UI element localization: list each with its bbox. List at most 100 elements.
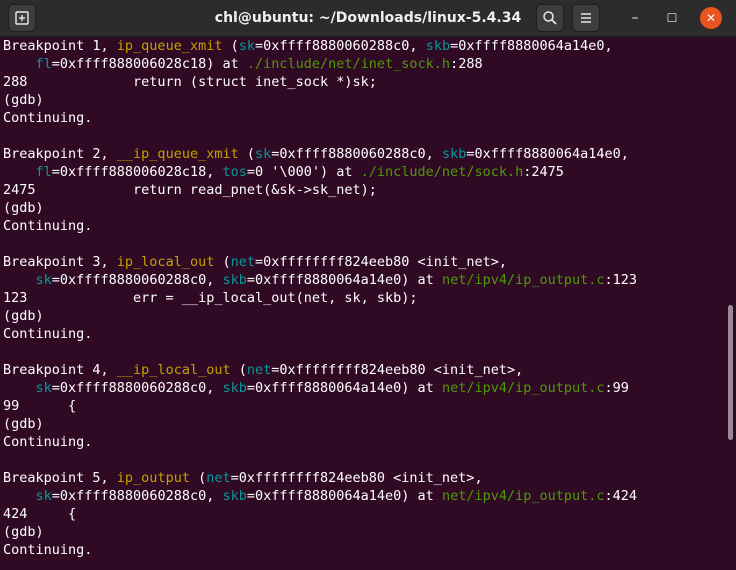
output-text: =0xffff888006028c18) at <box>51 56 247 72</box>
argument-name: tos <box>222 164 247 180</box>
output-text: :123 <box>604 272 638 288</box>
function-name: ip_local_out <box>116 254 215 270</box>
output-text: =0xffff8880060288c0, <box>51 380 223 396</box>
output-text: =0xffff888006028c18, <box>51 164 223 180</box>
terminal-line: 288 return (struct inet_sock *)sk; <box>3 73 722 91</box>
output-text: Breakpoint 5, <box>3 470 117 486</box>
argument-name: skb <box>222 488 247 504</box>
output-text: ( <box>230 362 247 378</box>
close-icon: ✕ <box>705 11 717 25</box>
output-text: Continuing. <box>3 542 93 558</box>
maximize-icon: ☐ <box>666 11 678 25</box>
terminal-line: fl=0xffff888006028c18) at ./include/net/… <box>3 55 722 73</box>
search-icon <box>543 11 557 25</box>
source-path: net/ipv4/ip_output.c <box>441 272 605 288</box>
function-name: ip_queue_xmit <box>116 38 223 54</box>
output-text: 99 { <box>3 398 77 414</box>
output-text: =0 '\000') at <box>246 164 361 180</box>
output-text: :2475 <box>523 164 564 180</box>
terminal-line: 99 { <box>3 397 722 415</box>
output-text: 2475 return read_pnet(&sk->sk_net); <box>3 182 377 198</box>
function-name: __ip_local_out <box>116 362 231 378</box>
minimize-icon: – <box>631 10 639 26</box>
output-text: =0xffff8880064a14e0) at <box>246 380 442 396</box>
hamburger-menu-icon <box>581 13 591 23</box>
argument-name: fl <box>35 56 52 72</box>
output-text: (gdb) <box>3 524 44 540</box>
output-text: =0xffffffff824eeb80 <init_net>, <box>271 362 524 378</box>
terminal-output[interactable]: Breakpoint 1, ip_queue_xmit (sk=0xffff88… <box>0 37 722 570</box>
argument-name: skb <box>441 146 467 162</box>
minimize-button[interactable]: – <box>623 6 647 30</box>
output-text: =0xffff8880064a14e0) at <box>246 488 442 504</box>
terminal-line: Breakpoint 1, ip_queue_xmit (sk=0xffff88… <box>3 37 722 55</box>
terminal-window: chl@ubuntu: ~/Downloads/linux-5.4.34 – ☐… <box>0 0 736 570</box>
terminal-line: fl=0xffff888006028c18, tos=0 '\000') at … <box>3 163 722 181</box>
output-text: Breakpoint 1, <box>3 38 117 54</box>
output-text: ( <box>189 470 207 486</box>
terminal-line: Breakpoint 3, ip_local_out (net=0xffffff… <box>3 253 722 271</box>
output-text: (gdb) <box>3 308 44 324</box>
output-text: =0xffff8880064a14e0, <box>466 146 629 162</box>
terminal-line: Continuing. <box>3 325 722 343</box>
terminal-line: (gdb) <box>3 199 722 217</box>
argument-name: net <box>230 254 255 270</box>
close-button[interactable]: ✕ <box>700 7 722 29</box>
output-text: Continuing. <box>3 218 93 234</box>
output-text: =0xffffffff824eeb80 <init_net>, <box>230 470 483 486</box>
argument-name: net <box>246 362 272 378</box>
output-text: =0xffffffff824eeb80 <init_net>, <box>255 254 507 270</box>
output-text: =0xffff8880060288c0, <box>51 488 223 504</box>
output-text: Continuing. <box>3 326 93 342</box>
argument-name: fl <box>35 164 52 180</box>
output-text: Breakpoint 3, <box>3 254 117 270</box>
source-path: net/ipv4/ip_output.c <box>441 380 605 396</box>
output-text: Breakpoint 4, <box>3 362 117 378</box>
terminal-line: Continuing. <box>3 433 722 451</box>
output-text: =0xffff8880064a14e0) at <box>246 272 442 288</box>
search-button[interactable] <box>536 4 564 32</box>
output-text: (gdb) <box>3 416 44 432</box>
maximize-button[interactable]: ☐ <box>660 6 684 30</box>
terminal-line: (gdb) <box>3 91 722 109</box>
terminal-line: sk=0xffff8880060288c0, skb=0xffff8880064… <box>3 487 722 505</box>
terminal-line: Breakpoint 5, ip_output (net=0xffffffff8… <box>3 469 722 487</box>
argument-name: sk <box>35 488 52 504</box>
output-text: Continuing. <box>3 110 93 126</box>
argument-name: sk <box>35 380 52 396</box>
output-text: (gdb) <box>3 200 44 216</box>
terminal-line: 2475 return read_pnet(&sk->sk_net); <box>3 181 722 199</box>
output-text: ( <box>214 254 231 270</box>
terminal-line: Continuing. <box>3 541 722 559</box>
argument-name: sk <box>254 146 272 162</box>
source-path: net/ipv4/ip_output.c <box>441 488 605 504</box>
output-text: ( <box>222 38 239 54</box>
terminal-line: sk=0xffff8880060288c0, skb=0xffff8880064… <box>3 379 722 397</box>
output-text: ( <box>238 146 255 162</box>
function-name: __ip_queue_xmit <box>116 146 239 162</box>
terminal-line: Breakpoint 4, __ip_local_out (net=0xffff… <box>3 361 722 379</box>
terminal-line: 123 err = __ip_local_out(net, sk, skb); <box>3 289 722 307</box>
output-text: Continuing. <box>3 434 93 450</box>
function-name: ip_output <box>116 470 190 486</box>
output-text: 424 { <box>3 506 77 522</box>
terminal-line: sk=0xffff8880060288c0, skb=0xffff8880064… <box>3 271 722 289</box>
output-text: :99 <box>604 380 629 396</box>
terminal-line: (gdb) <box>3 415 722 433</box>
source-path: ./include/net/sock.h <box>360 164 524 180</box>
output-text: =0xffff8880060288c0, <box>51 272 223 288</box>
argument-name: net <box>206 470 231 486</box>
output-text: Breakpoint 2, <box>3 146 117 162</box>
terminal-line: Breakpoint 2, __ip_queue_xmit (sk =0xffff… <box>3 145 722 163</box>
menu-button[interactable] <box>572 4 600 32</box>
source-path: ./include/net/inet_sock.h <box>246 56 451 72</box>
scrollbar-thumb[interactable] <box>728 305 733 440</box>
terminal-line: 424 { <box>3 505 722 523</box>
